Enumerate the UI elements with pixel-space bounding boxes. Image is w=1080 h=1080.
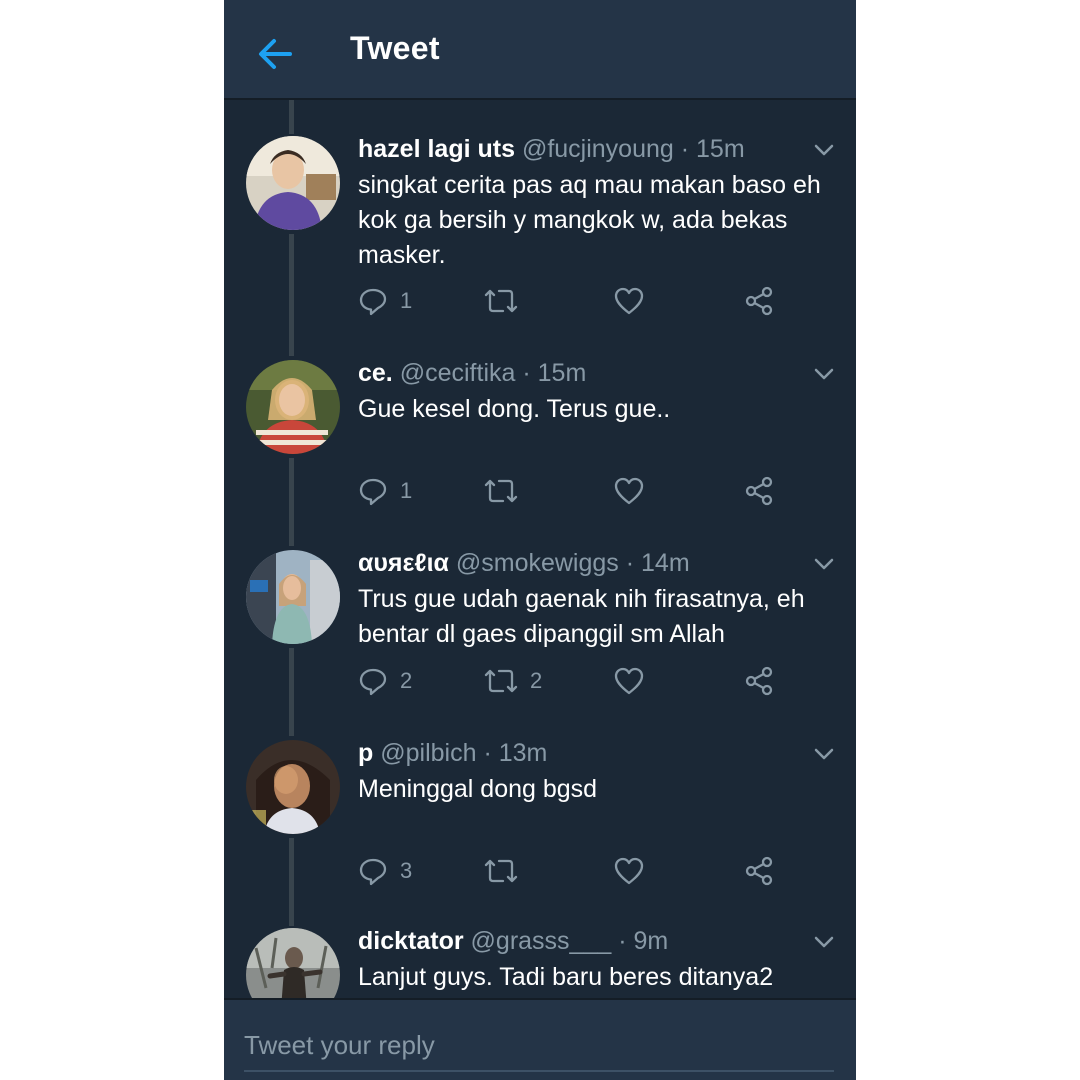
- page-title: Tweet: [350, 30, 440, 66]
- retweet-button[interactable]: [484, 474, 530, 508]
- tweet-item[interactable]: p @pilbich · 13m Meninggal dong bgsd 3: [224, 738, 856, 918]
- chevron-down-icon: [814, 368, 834, 380]
- retweet-icon: [484, 669, 518, 693]
- reply-count: 1: [400, 478, 413, 503]
- reply-icon: [359, 288, 387, 316]
- tweet-actions: 3: [358, 854, 798, 888]
- like-button[interactable]: [614, 854, 656, 888]
- username-handle[interactable]: @smokewiggs: [456, 549, 619, 577]
- tweet-text: Meninggal dong bgsd: [358, 775, 598, 803]
- tweet-text: Lanjut guys. Tadi baru beres ditanya2: [358, 963, 774, 991]
- chevron-down-icon: [814, 936, 834, 948]
- tweet-text: singkat cerita pas aq mau makan baso eh …: [358, 171, 821, 269]
- arrow-left-icon: [259, 39, 292, 69]
- avatar[interactable]: [246, 550, 340, 644]
- username-handle[interactable]: @pilbich: [380, 739, 476, 767]
- reply-icon: [359, 668, 387, 696]
- share-icon: [745, 666, 773, 696]
- timestamp[interactable]: · 9m: [618, 927, 668, 955]
- display-name[interactable]: ce.: [358, 359, 393, 387]
- reply-composer: [224, 998, 856, 1080]
- like-button[interactable]: [614, 474, 656, 508]
- timestamp[interactable]: · 15m: [522, 359, 586, 387]
- share-button[interactable]: [744, 664, 774, 698]
- reply-count: 2: [400, 668, 413, 693]
- username-handle[interactable]: @grasss___: [471, 927, 612, 955]
- display-name[interactable]: dicktator: [358, 927, 464, 955]
- timestamp[interactable]: · 15m: [681, 135, 745, 163]
- display-name[interactable]: hazel lagi uts: [358, 135, 515, 163]
- tweet-menu-button[interactable]: [812, 554, 836, 574]
- tweet-header: p @pilbich · 13m: [358, 738, 547, 768]
- avatar[interactable]: [246, 740, 340, 834]
- tweet-item[interactable]: ce. @ceciftika · 15m Gue kesel dong. Ter…: [224, 358, 856, 538]
- tweet-actions: 1: [358, 474, 798, 508]
- back-button[interactable]: [254, 32, 298, 76]
- share-button[interactable]: [744, 474, 774, 508]
- tweet-screen: Tweet hazel lagi uts @fucjinyoung · 15m …: [224, 0, 856, 1080]
- share-icon: [745, 476, 773, 506]
- thread-line: [289, 100, 294, 134]
- like-button[interactable]: [614, 664, 656, 698]
- timestamp[interactable]: · 13m: [483, 739, 547, 767]
- retweet-icon: [484, 859, 518, 883]
- retweet-button[interactable]: [484, 284, 530, 318]
- display-name[interactable]: p: [358, 739, 373, 767]
- tweet-header: dicktator @grasss___ · 9m: [358, 926, 668, 956]
- tweet-menu-button[interactable]: [812, 932, 836, 952]
- username-handle[interactable]: @ceciftika: [400, 359, 516, 387]
- retweet-icon: [484, 479, 518, 503]
- reply-button[interactable]: 2: [358, 664, 412, 698]
- timestamp[interactable]: · 14m: [626, 549, 690, 577]
- tweet-item[interactable]: dicktator @grasss___ · 9m Lanjut guys. T…: [224, 926, 856, 998]
- reply-count: 1: [400, 288, 413, 313]
- tweet-menu-button[interactable]: [812, 140, 836, 160]
- avatar[interactable]: [246, 360, 340, 454]
- heart-icon: [614, 287, 644, 315]
- reply-button[interactable]: 1: [358, 474, 412, 508]
- avatar[interactable]: [246, 136, 340, 230]
- reply-icon: [359, 478, 387, 506]
- tweet-menu-button[interactable]: [812, 744, 836, 764]
- reply-input[interactable]: [244, 1020, 834, 1072]
- share-button[interactable]: [744, 284, 774, 318]
- tweet-item[interactable]: αυяεℓια @smokewiggs · 14m Trus gue udah …: [224, 548, 856, 728]
- tweet-text: Trus gue udah gaenak nih firasatnya, eh …: [358, 585, 805, 648]
- retweet-count: 2: [530, 668, 543, 693]
- like-button[interactable]: [614, 284, 656, 318]
- share-button[interactable]: [744, 854, 774, 888]
- retweet-button[interactable]: 2: [484, 664, 542, 698]
- chevron-down-icon: [814, 558, 834, 570]
- heart-icon: [614, 477, 644, 505]
- reply-icon: [359, 858, 387, 886]
- share-icon: [745, 286, 773, 316]
- tweet-item[interactable]: hazel lagi uts @fucjinyoung · 15m singka…: [224, 134, 856, 334]
- reply-button[interactable]: 3: [358, 854, 412, 888]
- tweet-header: ce. @ceciftika · 15m: [358, 358, 586, 388]
- chevron-down-icon: [814, 748, 834, 760]
- tweet-menu-button[interactable]: [812, 364, 836, 384]
- display-name[interactable]: αυяεℓια: [358, 549, 449, 577]
- retweet-button[interactable]: [484, 854, 530, 888]
- chevron-down-icon: [814, 144, 834, 156]
- tweet-actions: 1: [358, 284, 798, 318]
- share-icon: [745, 856, 773, 886]
- reply-button[interactable]: 1: [358, 284, 412, 318]
- tweet-header: hazel lagi uts @fucjinyoung · 15m: [358, 134, 745, 164]
- tweet-actions: 2 2: [358, 664, 798, 698]
- reply-count: 3: [400, 858, 413, 883]
- avatar[interactable]: [246, 928, 340, 998]
- username-handle[interactable]: @fucjinyoung: [522, 135, 674, 163]
- tweet-text: Gue kesel dong. Terus gue..: [358, 395, 671, 423]
- tweet-header: αυяεℓια @smokewiggs · 14m: [358, 548, 690, 578]
- app-header: Tweet: [224, 0, 856, 100]
- retweet-icon: [484, 289, 518, 313]
- heart-icon: [614, 667, 644, 695]
- heart-icon: [614, 857, 644, 885]
